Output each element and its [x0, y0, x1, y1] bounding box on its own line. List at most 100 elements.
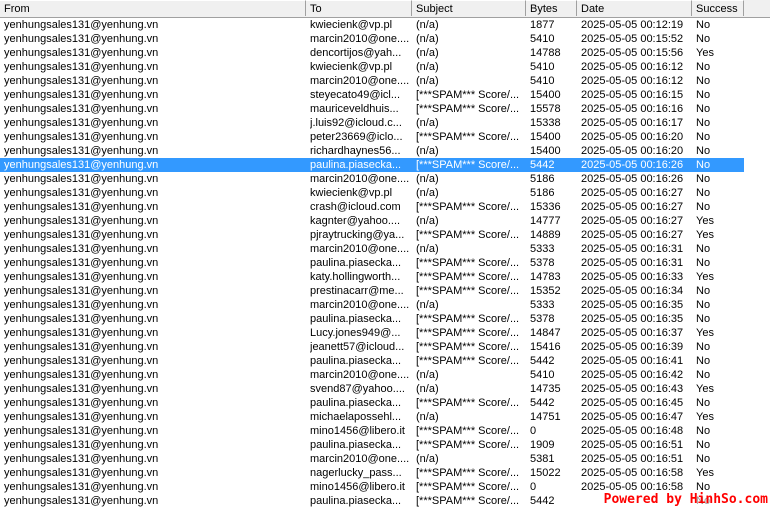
to-cell: svend87@yahoo....	[310, 383, 405, 395]
column-header-date[interactable]: Date	[577, 0, 692, 16]
subject-cell: [***SPAM*** Score/...	[416, 397, 520, 409]
table-row[interactable]: yenhungsales131@yenhung.vn katy.hollingwo…	[0, 270, 770, 284]
to-cell: kwiecienk@vp.pl	[310, 187, 393, 199]
table-row[interactable]: yenhungsales131@yenhung.vn steyecato49@ic…	[0, 88, 770, 102]
date-cell: 2025-05-05 00:16:12	[581, 61, 684, 73]
date-cell: 2025-05-05 00:15:52	[581, 33, 684, 45]
from-cell: yenhungsales131@yenhung.vn	[4, 131, 159, 143]
table-row[interactable]: yenhungsales131@yenhung.vn marcin2010@one…	[0, 32, 770, 46]
table-row[interactable]: yenhungsales131@yenhung.vn kagnter@yahoo.…	[0, 214, 770, 228]
subject-cell: [***SPAM*** Score/...	[416, 467, 520, 479]
column-header-subject[interactable]: Subject	[412, 0, 526, 16]
from-cell: yenhungsales131@yenhung.vn	[4, 439, 159, 451]
column-header-success[interactable]: Success	[692, 0, 744, 16]
date-cell: 2025-05-05 00:16:41	[581, 355, 684, 367]
bytes-cell: 0	[530, 481, 537, 493]
table-row[interactable]: yenhungsales131@yenhung.vn paulina.piasec…	[0, 312, 770, 326]
table-row[interactable]: yenhungsales131@yenhung.vn paulina.piasec…	[0, 354, 770, 368]
bytes-cell: 5381	[530, 453, 555, 465]
table-row[interactable]: yenhungsales131@yenhung.vn marcin2010@one…	[0, 74, 770, 88]
table-row[interactable]: yenhungsales131@yenhung.vn richardhaynes5…	[0, 144, 770, 158]
from-cell: yenhungsales131@yenhung.vn	[4, 383, 159, 395]
table-row[interactable]: yenhungsales131@yenhung.vn paulina.piasec…	[0, 256, 770, 270]
table-row[interactable]: yenhungsales131@yenhung.vn marcin2010@one…	[0, 172, 770, 186]
to-cell: marcin2010@one....	[310, 369, 410, 381]
success-cell: No	[696, 355, 711, 367]
to-cell: j.luis92@icloud.c...	[310, 117, 402, 129]
table-row[interactable]: yenhungsales131@yenhung.vn nagerlucky_pas…	[0, 466, 770, 480]
success-cell: No	[696, 61, 711, 73]
table-row[interactable]: yenhungsales131@yenhung.vn kwiecienk@vp.p…	[0, 18, 770, 32]
table-row-selected[interactable]: yenhungsales131@yenhung.vn paulina.piasec…	[0, 158, 744, 172]
table-row[interactable]: yenhungsales131@yenhung.vn marcin2010@one…	[0, 298, 770, 312]
date-cell: 2025-05-05 00:16:17	[581, 117, 684, 129]
success-cell: Yes	[696, 47, 714, 59]
bytes-cell: 0	[530, 425, 537, 437]
from-cell: yenhungsales131@yenhung.vn	[4, 19, 159, 31]
table-row[interactable]: yenhungsales131@yenhung.vn j.luis92@iclou…	[0, 116, 770, 130]
date-cell: 2025-05-05 00:16:51	[581, 453, 684, 465]
success-cell: Yes	[696, 467, 714, 479]
subject-cell: [***SPAM*** Score/...	[416, 201, 520, 213]
column-header-from[interactable]: From	[0, 0, 306, 16]
table-row[interactable]: yenhungsales131@yenhung.vn peter23669@icl…	[0, 130, 770, 144]
table-row[interactable]: yenhungsales131@yenhung.vn pjraytrucking@…	[0, 228, 770, 242]
table-row[interactable]: yenhungsales131@yenhung.vn kwiecienk@vp.p…	[0, 60, 770, 74]
from-cell: yenhungsales131@yenhung.vn	[4, 75, 159, 87]
table-row[interactable]: yenhungsales131@yenhung.vn svend87@yahoo.…	[0, 382, 770, 396]
bytes-cell: 14783	[530, 271, 561, 283]
bytes-cell: 15416	[530, 341, 561, 353]
success-cell: No	[696, 285, 711, 297]
bytes-cell: 14889	[530, 229, 561, 241]
from-cell: yenhungsales131@yenhung.vn	[4, 257, 159, 269]
success-cell: No	[696, 453, 711, 465]
to-cell: marcin2010@one....	[310, 75, 410, 87]
subject-cell: (n/a)	[416, 61, 439, 73]
success-cell: No	[696, 397, 711, 409]
to-cell: nagerlucky_pass...	[310, 467, 402, 479]
table-row[interactable]: yenhungsales131@yenhung.vn mauriceveldhui…	[0, 102, 770, 116]
bytes-cell: 5410	[530, 369, 555, 381]
to-cell: marcin2010@one....	[310, 453, 410, 465]
table-row[interactable]: yenhungsales131@yenhung.vn Lucy.jones949@…	[0, 326, 770, 340]
to-cell: richardhaynes56...	[310, 145, 401, 157]
from-cell: yenhungsales131@yenhung.vn	[4, 481, 159, 493]
table-body: yenhungsales131@yenhung.vn kwiecienk@vp.p…	[0, 18, 770, 508]
table-row[interactable]: yenhungsales131@yenhung.vn jeanett57@iclo…	[0, 340, 770, 354]
table-row[interactable]: yenhungsales131@yenhung.vn michaelaposseh…	[0, 410, 770, 424]
table-header: From To Subject Bytes Date Success	[0, 0, 770, 18]
bytes-cell: 5378	[530, 313, 555, 325]
to-cell: kwiecienk@vp.pl	[310, 61, 393, 73]
success-cell: Yes	[696, 327, 714, 339]
table-row[interactable]: yenhungsales131@yenhung.vn crash@icloud.c…	[0, 200, 770, 214]
success-cell: Yes	[696, 229, 714, 241]
success-cell: No	[696, 145, 711, 157]
success-cell: No	[696, 75, 711, 87]
table-row[interactable]: yenhungsales131@yenhung.vn dencortijos@ya…	[0, 46, 770, 60]
email-log-table: From To Subject Bytes Date Success yenhu…	[0, 0, 770, 507]
date-cell: 2025-05-05 00:16:45	[581, 397, 684, 409]
subject-cell: (n/a)	[416, 117, 439, 129]
table-row[interactable]: yenhungsales131@yenhung.vn mino1456@liber…	[0, 424, 770, 438]
table-row[interactable]: yenhungsales131@yenhung.vn marcin2010@one…	[0, 452, 770, 466]
table-row[interactable]: yenhungsales131@yenhung.vn paulina.piasec…	[0, 438, 770, 452]
table-row[interactable]: yenhungsales131@yenhung.vn marcin2010@one…	[0, 368, 770, 382]
from-cell: yenhungsales131@yenhung.vn	[4, 397, 159, 409]
table-row[interactable]: yenhungsales131@yenhung.vn paulina.piasec…	[0, 396, 770, 410]
from-cell: yenhungsales131@yenhung.vn	[4, 271, 159, 283]
success-cell: No	[696, 33, 711, 45]
from-cell: yenhungsales131@yenhung.vn	[4, 369, 159, 381]
subject-cell: (n/a)	[416, 243, 439, 255]
table-row[interactable]: yenhungsales131@yenhung.vn marcin2010@one…	[0, 242, 770, 256]
subject-cell: (n/a)	[416, 299, 439, 311]
subject-cell: (n/a)	[416, 187, 439, 199]
success-cell: No	[696, 173, 711, 185]
table-row[interactable]: yenhungsales131@yenhung.vn kwiecienk@vp.p…	[0, 186, 770, 200]
column-header-bytes[interactable]: Bytes	[526, 0, 577, 16]
bytes-cell: 5442	[530, 495, 555, 507]
column-header-to[interactable]: To	[306, 0, 412, 16]
subject-cell: [***SPAM*** Score/...	[416, 131, 520, 143]
table-row[interactable]: yenhungsales131@yenhung.vn prestinacarr@m…	[0, 284, 770, 298]
success-cell: Yes	[696, 271, 714, 283]
date-cell: 2025-05-05 00:16:27	[581, 229, 684, 241]
